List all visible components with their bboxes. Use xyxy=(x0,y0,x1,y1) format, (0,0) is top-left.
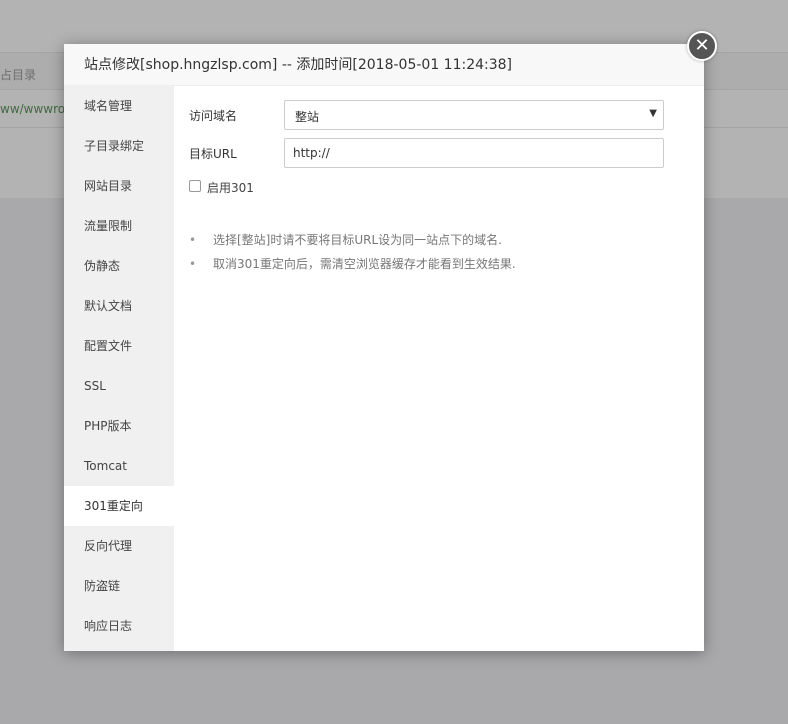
sidebar-item-site-directory[interactable]: 网站目录 xyxy=(64,166,174,206)
enable-301-checkbox[interactable] xyxy=(189,180,201,192)
sidebar-item-301-redirect[interactable]: 301重定向 xyxy=(64,486,174,526)
background-data-cell: ww/wwwroo xyxy=(0,102,73,116)
enable-301-row: 启用301 xyxy=(189,176,704,196)
tip-item: • 选择[整站]时请不要将目标URL设为同一站点下的域名. xyxy=(189,228,669,252)
domain-select-value: 整站 xyxy=(295,110,320,124)
caret-down-icon: ▼ xyxy=(649,108,657,119)
sidebar-item-rewrite[interactable]: 伪静态 xyxy=(64,246,174,286)
background-header-cell: 占目录 xyxy=(0,68,37,82)
tip-text: 取消301重定向后，需清空浏览器缓存才能看到生效结果. xyxy=(213,257,516,271)
sidebar-item-php-version[interactable]: PHP版本 xyxy=(64,406,174,446)
close-icon[interactable]: ✕ xyxy=(687,31,717,61)
bullet-icon: • xyxy=(189,257,197,271)
settings-sidebar: 域名管理 子目录绑定 网站目录 流量限制 伪静态 默认文档 配置文件 SSL P… xyxy=(64,86,174,651)
target-url-row: 目标URL xyxy=(189,138,704,168)
sidebar-item-config-file[interactable]: 配置文件 xyxy=(64,326,174,366)
dialog-title: 站点修改[shop.hngzlsp.com] -- 添加时间[2018-05-0… xyxy=(64,44,704,86)
bullet-icon: • xyxy=(189,233,197,247)
sidebar-item-ssl[interactable]: SSL xyxy=(64,366,174,406)
tip-text: 选择[整站]时请不要将目标URL设为同一站点下的域名. xyxy=(213,233,502,247)
target-url-label: 目标URL xyxy=(189,147,237,161)
dialog-body: 域名管理 子目录绑定 网站目录 流量限制 伪静态 默认文档 配置文件 SSL P… xyxy=(64,86,704,651)
domain-row: 访问域名 整站 ▼ xyxy=(189,100,704,130)
help-tips: • 选择[整站]时请不要将目标URL设为同一站点下的域名. • 取消301重定向… xyxy=(189,228,669,276)
sidebar-item-tomcat[interactable]: Tomcat xyxy=(64,446,174,486)
sidebar-item-subdirectory-binding[interactable]: 子目录绑定 xyxy=(64,126,174,166)
tip-item: • 取消301重定向后，需清空浏览器缓存才能看到生效结果. xyxy=(189,252,669,276)
target-url-input[interactable] xyxy=(284,138,664,168)
site-edit-dialog: 站点修改[shop.hngzlsp.com] -- 添加时间[2018-05-0… xyxy=(64,44,704,651)
domain-label: 访问域名 xyxy=(189,109,238,123)
sidebar-item-default-document[interactable]: 默认文档 xyxy=(64,286,174,326)
sidebar-item-traffic-limit[interactable]: 流量限制 xyxy=(64,206,174,246)
sidebar-item-response-log[interactable]: 响应日志 xyxy=(64,606,174,646)
sidebar-item-hotlink-protection[interactable]: 防盗链 xyxy=(64,566,174,606)
sidebar-item-domain-management[interactable]: 域名管理 xyxy=(64,86,174,126)
enable-301-label[interactable]: 启用301 xyxy=(207,179,254,196)
domain-select[interactable]: 整站 ▼ xyxy=(284,100,664,130)
sidebar-item-reverse-proxy[interactable]: 反向代理 xyxy=(64,526,174,566)
redirect-settings-panel: 访问域名 整站 ▼ 目标URL 启用301 xyxy=(174,86,704,651)
